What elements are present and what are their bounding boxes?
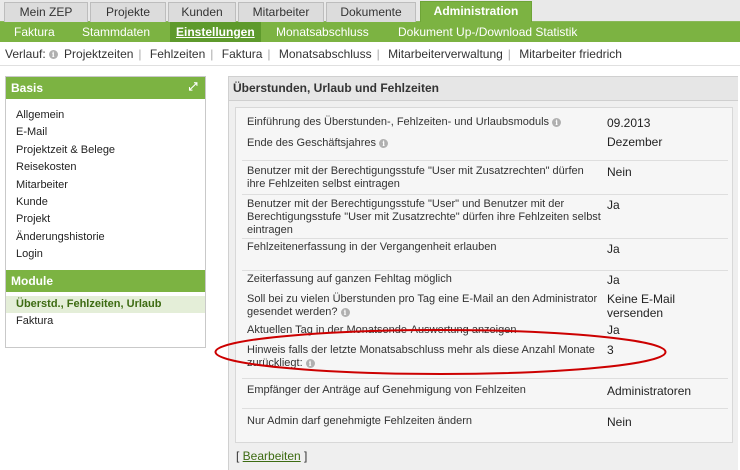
- settings-table: Einführung des Überstunden-, Fehlzeiten-…: [235, 107, 733, 443]
- setting-value: Ja: [607, 273, 620, 287]
- breadcrumb-item[interactable]: Mitarbeiter friedrich: [519, 47, 622, 61]
- sidebar-module-title: Module: [11, 273, 53, 288]
- sidebar-item-email[interactable]: E-Mail: [16, 124, 205, 141]
- setting-label: Nur Admin darf genehmigte Fehlzeiten änd…: [247, 415, 473, 427]
- sidebar-item-projekt[interactable]: Projekt: [16, 211, 205, 228]
- panel-title: Überstunden, Urlaub und Fehlzeiten: [229, 77, 738, 101]
- setting-row: Empfänger der Anträge auf Genehmigung vo…: [242, 378, 728, 404]
- setting-row: Einführung des Überstunden-, Fehlzeiten-…: [242, 112, 728, 134]
- setting-label: Fehlzeitenerfassung in der Vergangenheit…: [247, 241, 497, 253]
- edit-link-wrapper: [ Bearbeiten ]: [236, 449, 308, 463]
- setting-label: Hinweis falls der letzte Monatsabschluss…: [247, 344, 595, 369]
- setting-label: Empfänger der Anträge auf Genehmigung vo…: [247, 384, 526, 396]
- menu-stammdaten[interactable]: Stammdaten: [82, 22, 150, 42]
- setting-label: Benutzer mit der Berechtigungsstufe "Use…: [247, 198, 601, 236]
- setting-row: Ende des Geschäftsjahres i Dezember: [242, 134, 728, 156]
- tab-mein-zep[interactable]: Mein ZEP: [4, 2, 88, 22]
- settings-sidebar: Basis ⤢ Allgemein E-Mail Projektzeit & B…: [5, 76, 206, 348]
- setting-row: Zeiterfassung auf ganzen Fehltag möglich…: [242, 270, 728, 292]
- sidebar-item-allgemein[interactable]: Allgemein: [16, 107, 205, 124]
- expand-icon[interactable]: ⤢: [187, 81, 199, 93]
- sidebar-item-mitarbeiter[interactable]: Mitarbeiter: [16, 177, 205, 194]
- setting-label: Aktuellen Tag in der Monatsende-Auswertu…: [247, 324, 517, 336]
- info-icon: i: [340, 307, 350, 317]
- setting-row: Nur Admin darf genehmigte Fehlzeiten änd…: [242, 408, 728, 436]
- menu-faktura[interactable]: Faktura: [14, 22, 55, 42]
- setting-row: Hinweis falls der letzte Monatsabschluss…: [242, 342, 728, 372]
- breadcrumb: Verlauf: i Projektzeiten | Fehlzeiten | Fak…: [0, 42, 740, 66]
- menu-einstellungen[interactable]: Einstellungen: [170, 22, 261, 42]
- menu-dokument-statistik[interactable]: Dokument Up-/Download Statistik: [398, 22, 577, 42]
- info-icon: i: [48, 50, 58, 60]
- edit-link[interactable]: Bearbeiten: [243, 449, 301, 463]
- setting-value: Keine E-Mail versenden: [607, 292, 676, 320]
- info-icon: i: [379, 138, 389, 148]
- setting-value: Nein: [607, 165, 632, 179]
- menu-monatsabschluss[interactable]: Monatsabschluss: [276, 22, 369, 42]
- setting-row: Benutzer mit der Berechtigungsstufe "Use…: [242, 160, 728, 192]
- breadcrumb-item[interactable]: Projektzeiten: [64, 47, 133, 61]
- breadcrumb-item[interactable]: Fehlzeiten: [150, 47, 205, 61]
- setting-value: Dezember: [607, 135, 663, 149]
- tab-dokumente[interactable]: Dokumente: [326, 2, 416, 22]
- setting-label: Zeiterfassung auf ganzen Fehltag möglich: [247, 273, 452, 285]
- info-icon: i: [552, 117, 562, 127]
- tab-kunden[interactable]: Kunden: [168, 2, 236, 22]
- sidebar-module-header: Module: [6, 269, 205, 292]
- sidebar-basis-title: Basis: [11, 81, 44, 95]
- tab-administration[interactable]: Administration: [420, 1, 532, 23]
- tab-projekte[interactable]: Projekte: [90, 2, 166, 22]
- setting-label: Soll bei zu vielen Überstunden pro Tag e…: [247, 293, 598, 318]
- tab-mitarbeiter[interactable]: Mitarbeiter: [238, 2, 324, 22]
- setting-label: Ende des Geschäftsjahres: [247, 137, 377, 149]
- setting-value: Administratoren: [607, 384, 692, 398]
- breadcrumb-label: Verlauf:: [5, 47, 46, 61]
- top-tab-bar: Mein ZEP Projekte Kunden Mitarbeiter Dok…: [0, 0, 740, 23]
- sidebar-item-projektzeit-belege[interactable]: Projektzeit & Belege: [16, 142, 205, 159]
- setting-label: Benutzer mit der Berechtigungsstufe "Use…: [247, 165, 584, 190]
- setting-row: Fehlzeitenerfassung in der Vergangenheit…: [242, 238, 728, 266]
- sidebar-item-reisekosten[interactable]: Reisekosten: [16, 159, 205, 176]
- setting-value: 09.2013: [607, 116, 651, 130]
- sidebar-item-aenderungshistorie[interactable]: Änderungshistorie: [16, 229, 205, 246]
- setting-row: Aktuellen Tag in der Monatsende-Auswertu…: [242, 322, 728, 340]
- sidebar-item-ueberstunden[interactable]: Überstd., Fehlzeiten, Urlaub: [6, 295, 205, 313]
- setting-value: Ja: [607, 242, 620, 256]
- setting-row: Soll bei zu vielen Überstunden pro Tag e…: [242, 292, 728, 322]
- breadcrumb-item[interactable]: Monatsabschluss: [279, 47, 372, 61]
- setting-value: Nein: [607, 415, 632, 429]
- sidebar-item-login[interactable]: Login: [16, 246, 205, 263]
- setting-value: Ja: [607, 198, 620, 212]
- setting-row: Benutzer mit der Berechtigungsstufe "Use…: [242, 194, 728, 238]
- setting-value: 3: [607, 343, 614, 357]
- sidebar-basis-header: Basis ⤢: [6, 77, 205, 99]
- info-icon: i: [305, 358, 315, 368]
- settings-panel: Überstunden, Urlaub und Fehlzeiten Einfü…: [228, 76, 738, 470]
- setting-label: Einführung des Überstunden-, Fehlzeiten-…: [247, 116, 550, 128]
- breadcrumb-item[interactable]: Faktura: [222, 47, 263, 61]
- sidebar-item-kunde[interactable]: Kunde: [16, 194, 205, 211]
- setting-value: Ja: [607, 323, 620, 337]
- admin-menu-bar: Faktura Stammdaten Einstellungen Monatsa…: [0, 22, 740, 42]
- sidebar-item-faktura[interactable]: Faktura: [16, 313, 205, 330]
- breadcrumb-item[interactable]: Mitarbeiterverwaltung: [388, 47, 503, 61]
